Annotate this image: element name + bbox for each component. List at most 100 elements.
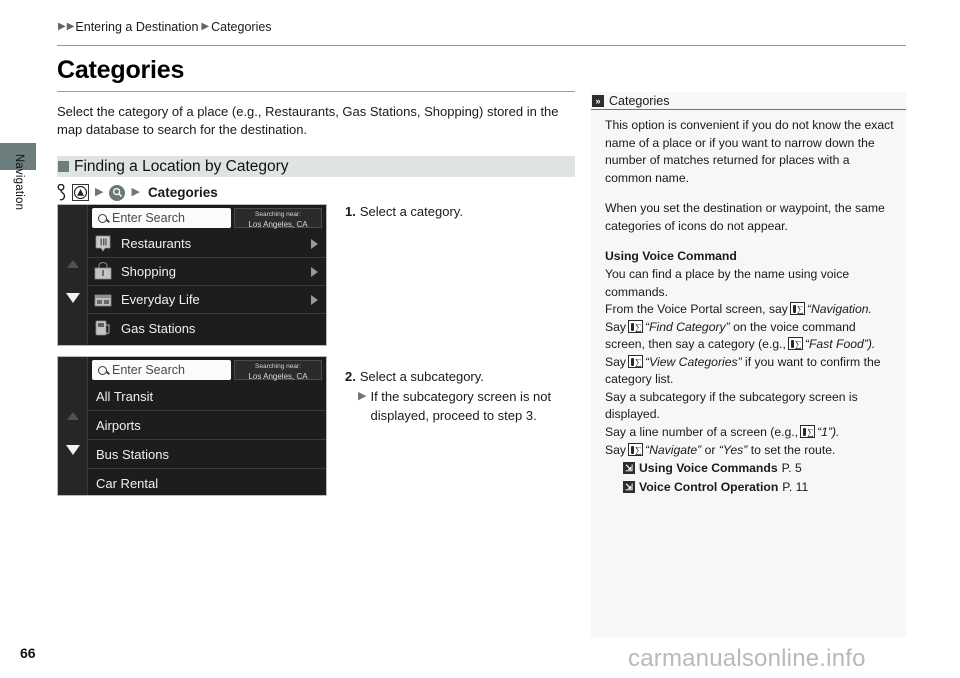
search-input[interactable]: Enter Search — [92, 208, 231, 228]
step-2-substep: ▶ If the subcategory screen is not displ… — [358, 388, 575, 424]
voice-command-line-2: From the Voice Portal screen, say ∑ “Navig… — [605, 301, 896, 319]
subcategory-screen-body: Enter Search Searching near: Los Angeles… — [88, 357, 326, 495]
list-item-label: Bus Stations — [96, 446, 169, 462]
search-input[interactable]: Enter Search — [92, 360, 231, 380]
breadcrumb-current: Categories — [211, 20, 272, 34]
voice-say-text-3: Say — [605, 442, 627, 457]
voice-or-text: or — [704, 442, 716, 457]
category-list: Restaurants Shopping Everyday Life Gas S… — [88, 230, 326, 342]
list-item-label: Airports — [96, 417, 141, 433]
chevron-right-icon — [311, 294, 318, 305]
steps-column: 1. Select a category. 2. Select a subcat… — [345, 203, 575, 425]
search-placeholder: Enter Search — [112, 362, 185, 377]
voice-command-line-3: Say ∑ “Find Category” on the voice command… — [605, 319, 896, 354]
chevron-right-icon — [311, 266, 318, 277]
list-item[interactable]: Restaurants — [88, 230, 326, 258]
searching-near-value: Los Angeles, CA — [248, 219, 308, 229]
subcategory-list: All Transit Airports Bus Stations Car Re… — [88, 382, 326, 495]
intro-paragraph: Select the category of a place (e.g., Re… — [57, 104, 559, 138]
breadcrumb-parent[interactable]: Entering a Destination — [75, 20, 198, 34]
step-2-substep-text: If the subcategory screen is not display… — [370, 389, 552, 423]
list-item[interactable]: Airports — [88, 411, 326, 440]
icon-path-row: ▶ ▶ Categories — [57, 183, 577, 203]
screen-scrollbar[interactable] — [58, 205, 88, 345]
chevron-right-icon — [311, 238, 318, 249]
screen-search-bar: Enter Search Searching near: Los Angeles… — [88, 205, 326, 230]
scroll-down-icon[interactable] — [65, 445, 80, 455]
finger-press-icon — [57, 184, 68, 201]
step-2-wrapper: 2. Select a subcategory. ▶ If the subcat… — [345, 368, 575, 425]
voice-command-line-5: Say a subcategory if the subcategory scr… — [605, 389, 858, 422]
scroll-up-icon[interactable] — [66, 260, 79, 268]
voice-route-text: to set the route. — [750, 442, 836, 457]
list-item-label: Shopping — [121, 264, 176, 279]
scroll-up-icon[interactable] — [66, 412, 79, 420]
title-divider — [57, 91, 575, 92]
voice-command-line-4: Say ∑ “View Categories” if you want to con… — [605, 354, 896, 389]
searching-near-label: Searching near: — [255, 211, 301, 218]
cross-reference-page: P. 5 — [781, 461, 802, 476]
category-screen-screenshot: Enter Search Searching near: Los Angeles… — [57, 204, 327, 346]
subcategory-screen-screenshot: Enter Search Searching near: Los Angeles… — [57, 356, 327, 496]
main-content: Categories Select the category of a plac… — [57, 56, 577, 203]
note-sidebar-header: » Categories — [591, 92, 906, 110]
left-rail: Navigation — [0, 0, 40, 678]
voice-yes-phrase: “Yes” — [718, 442, 748, 457]
list-item[interactable]: Shopping — [88, 258, 326, 286]
magnifier-icon — [98, 365, 107, 375]
note-paragraph-1: This option is convenient if you do not … — [605, 118, 894, 185]
breadcrumb-arrow-icon: ▶ — [66, 21, 75, 32]
magnifier-icon — [98, 213, 107, 223]
voice-command-icon: ∑ — [789, 302, 805, 316]
voice-command-icon: ∑ — [628, 319, 644, 333]
cross-reference-1[interactable]: ⇲ Using Voice Commands P. 5 — [623, 460, 896, 478]
searching-near-label: Searching near: — [255, 363, 301, 370]
voice-say-text-2: Say — [605, 354, 627, 369]
voice-command-line-7: Say ∑ “Navigate” or “Yes” to set the route… — [605, 442, 896, 460]
breadcrumb-arrow-icon: ▶ — [58, 21, 66, 32]
screen-scrollbar[interactable] — [58, 357, 88, 495]
voice-command-icon: ∑ — [628, 354, 644, 368]
map-home-icon[interactable] — [72, 184, 89, 202]
header-divider — [57, 45, 906, 46]
voice-command-icon: ∑ — [800, 425, 816, 438]
section-bullet-icon — [58, 160, 69, 172]
searching-near-badge[interactable]: Searching near: Los Angeles, CA — [234, 360, 322, 381]
searching-near-badge[interactable]: Searching near: Los Angeles, CA — [234, 208, 322, 229]
breadcrumb-arrow-icon: ▶ — [201, 21, 210, 32]
step-1-number: 1. — [345, 204, 356, 219]
list-item[interactable]: Bus Stations — [88, 440, 326, 469]
step-2-text: Select a subcategory. — [359, 369, 484, 385]
note-sidebar: » Categories This option is convenient i… — [591, 92, 906, 637]
chapter-tab-label: Navigation — [13, 153, 25, 211]
cross-reference-arrow-icon: ⇲ — [623, 480, 635, 493]
voice-say-text: Say — [605, 319, 627, 334]
voice-command-icon: ∑ — [628, 442, 644, 456]
section-heading-label: Finding a Location by Category — [74, 157, 289, 175]
list-item[interactable]: Gas Stations — [88, 314, 326, 342]
voice-from-text: From the Voice Portal screen, say — [605, 302, 788, 317]
list-item-label: Car Rental — [96, 476, 159, 491]
path-arrow-icon: ▶ — [131, 186, 140, 199]
breadcrumb: ▶ ▶ Entering a Destination ▶ Categories — [58, 20, 272, 34]
list-item[interactable]: Car Rental — [88, 469, 326, 495]
section-heading: Finding a Location by Category — [57, 155, 575, 177]
watermark: carmanualsonline.info — [628, 645, 866, 672]
step-1: 1. Select a category. — [345, 203, 575, 221]
voice-command-icon: ∑ — [787, 337, 803, 351]
list-item-label: Everyday Life — [121, 292, 200, 307]
list-item[interactable]: All Transit — [88, 382, 326, 411]
search-circle-icon[interactable] — [109, 184, 126, 201]
scroll-down-icon[interactable] — [65, 293, 80, 303]
cross-reference-2[interactable]: ⇲ Voice Control Operation P. 11 — [623, 479, 896, 497]
search-placeholder: Enter Search — [112, 210, 185, 225]
list-item[interactable]: Everyday Life — [88, 286, 326, 314]
step-1-text: Select a category. — [359, 204, 463, 219]
voice-command-line-6: Say a line number of a screen (e.g., ∑ “1”… — [605, 424, 896, 442]
note-sidebar-body: This option is convenient if you do not … — [591, 110, 906, 496]
cross-reference-label: Using Voice Commands — [639, 461, 778, 476]
note-sidebar-title: Categories — [609, 93, 670, 108]
voice-view-phrase: “View Categories” — [645, 354, 742, 369]
